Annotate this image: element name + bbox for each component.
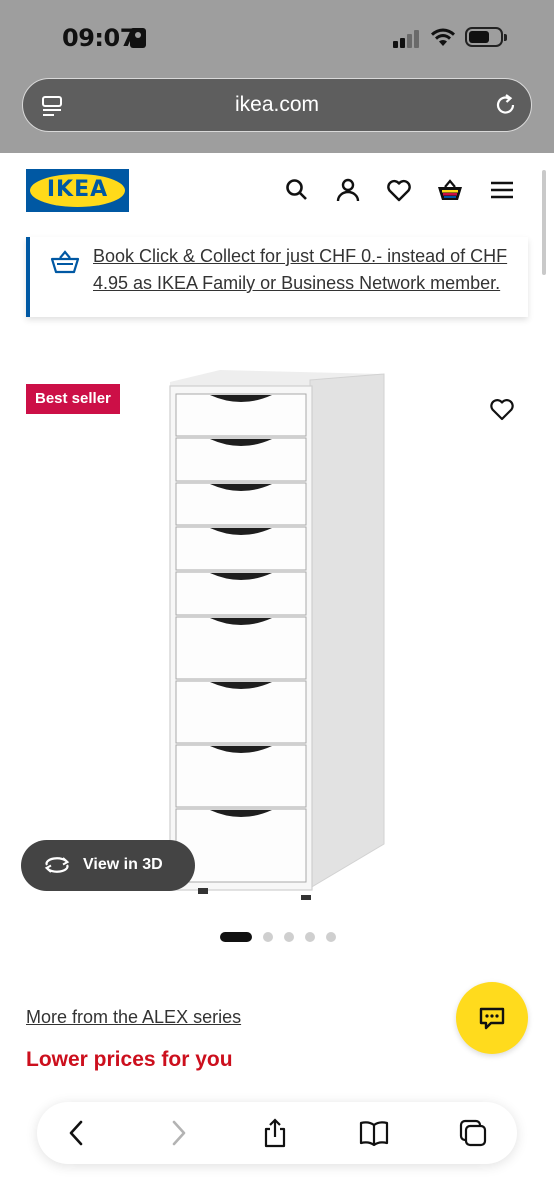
- chat-button[interactable]: [456, 982, 528, 1054]
- view-in-3d-label: View in 3D: [83, 856, 163, 873]
- carousel-dot[interactable]: [220, 932, 252, 942]
- search-icon[interactable]: [283, 176, 311, 204]
- carousel-dot[interactable]: [326, 932, 336, 942]
- view-in-3d-button[interactable]: View in 3D: [21, 840, 195, 891]
- bookmarks-icon[interactable]: [359, 1118, 389, 1148]
- carousel-dot[interactable]: [305, 932, 315, 942]
- url-text[interactable]: ikea.com: [23, 93, 531, 117]
- heart-icon[interactable]: [385, 176, 413, 204]
- collect-basket-icon: [50, 250, 80, 274]
- drawer-front: [175, 616, 307, 680]
- product-image[interactable]: [160, 368, 390, 904]
- browser-chrome: 09:07 ikea.com: [0, 0, 554, 153]
- share-icon[interactable]: [260, 1118, 290, 1148]
- battery-icon: [465, 27, 507, 47]
- drawer-front: [175, 680, 307, 744]
- rotate-3d-icon: [44, 857, 70, 873]
- chat-icon: [479, 1007, 505, 1030]
- promo-banner[interactable]: Book Click & Collect for just CHF 0.- in…: [26, 237, 528, 317]
- browser-toolbar: [37, 1102, 517, 1164]
- ikea-logo[interactable]: IKEA: [26, 169, 129, 212]
- drawer-front: [175, 744, 307, 808]
- tabs-icon[interactable]: [458, 1118, 488, 1148]
- address-bar[interactable]: ikea.com: [22, 78, 532, 132]
- forward-icon[interactable]: [163, 1118, 193, 1148]
- back-icon[interactable]: [62, 1118, 92, 1148]
- id-card-icon: [130, 28, 146, 48]
- logo-text: IKEA: [46, 177, 109, 202]
- status-time: 09:07: [62, 24, 136, 52]
- reload-icon[interactable]: [493, 92, 519, 118]
- menu-icon[interactable]: [488, 176, 516, 204]
- series-link[interactable]: More from the ALEX series: [26, 1007, 241, 1028]
- drawer-front: [175, 808, 307, 883]
- carousel-dot[interactable]: [263, 932, 273, 942]
- cellular-signal-icon: [393, 30, 423, 48]
- favourite-heart-icon[interactable]: [489, 397, 515, 421]
- basket-icon[interactable]: [436, 176, 464, 204]
- promo-link[interactable]: Book Click & Collect for just CHF 0.- in…: [93, 243, 523, 297]
- lower-prices-heading: Lower prices for you: [26, 1048, 233, 1071]
- carousel-dot[interactable]: [284, 932, 294, 942]
- best-seller-badge: Best seller: [26, 384, 120, 414]
- drawer-fronts: [175, 393, 307, 883]
- wifi-icon: [431, 28, 455, 46]
- page-scrollbar[interactable]: [542, 170, 546, 275]
- user-icon[interactable]: [334, 176, 362, 204]
